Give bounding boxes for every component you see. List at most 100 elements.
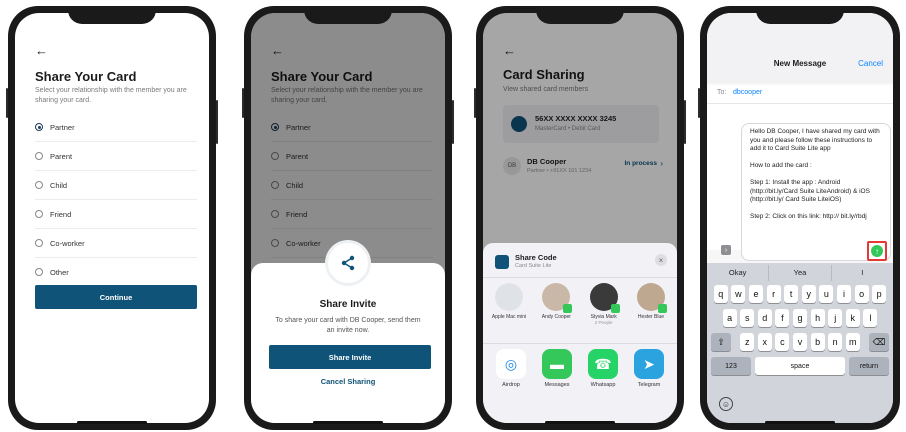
radio-label: Other xyxy=(50,267,69,277)
key-g[interactable]: g xyxy=(792,309,808,327)
key-i[interactable]: i xyxy=(836,285,852,303)
radio-option[interactable]: Partner xyxy=(35,113,197,142)
app-drawer-icon[interactable]: › xyxy=(721,245,731,255)
send-button-highlight[interactable]: ↑ xyxy=(867,241,887,261)
cancel-button[interactable]: Cancel xyxy=(858,59,883,68)
radio-icon[interactable] xyxy=(35,239,43,247)
share-contact[interactable]: Apple Mac mini xyxy=(489,283,529,339)
phone-notch xyxy=(304,6,392,24)
key-l[interactable]: l xyxy=(863,309,878,327)
key-h[interactable]: h xyxy=(810,309,825,327)
radio-option[interactable]: Friend xyxy=(35,200,197,229)
contact-name: Apple Mac mini xyxy=(491,314,527,320)
radio-icon[interactable] xyxy=(35,268,43,276)
messages-icon: ▬ xyxy=(542,349,572,379)
key-p[interactable]: p xyxy=(872,285,887,303)
screen-share-invite: ← Share Your Card Select your relationsh… xyxy=(251,13,445,423)
continue-button[interactable]: Continue xyxy=(35,285,197,309)
contact-name: Andy Cooper xyxy=(541,314,571,320)
message-text: Hello DB Cooper, I have shared my card w… xyxy=(750,128,880,220)
suggestion-item[interactable]: Yea xyxy=(769,265,832,281)
app-label: Messages xyxy=(544,382,570,388)
key-u[interactable]: u xyxy=(819,285,834,303)
sheet-description: To share your card with DB Cooper, send … xyxy=(275,317,421,334)
send-arrow-up-icon[interactable]: ↑ xyxy=(871,245,883,257)
side-button xyxy=(6,88,8,118)
home-indicator xyxy=(77,421,147,424)
radio-icon[interactable] xyxy=(35,181,43,189)
home-indicator xyxy=(765,421,835,424)
key-e[interactable]: e xyxy=(748,285,764,303)
key-n[interactable]: n xyxy=(828,333,843,351)
radio-label: Friend xyxy=(50,209,72,219)
key-z[interactable]: z xyxy=(740,333,755,351)
to-field[interactable]: To: dbcooper xyxy=(707,85,893,104)
space-key[interactable]: space xyxy=(755,357,845,375)
radio-option[interactable]: Parent xyxy=(35,142,197,171)
contact-avatar xyxy=(542,283,573,313)
radio-option[interactable]: Other xyxy=(35,258,197,286)
key-k[interactable]: k xyxy=(845,309,860,327)
recipient-token[interactable]: dbcooper xyxy=(733,89,762,96)
key-t[interactable]: t xyxy=(784,285,799,303)
side-button xyxy=(452,100,454,144)
share-contact[interactable]: Hester Blue xyxy=(631,283,671,339)
key-b[interactable]: b xyxy=(810,333,825,351)
numbers-key[interactable]: 123 xyxy=(711,357,751,375)
radio-icon[interactable] xyxy=(35,123,43,131)
side-button xyxy=(698,88,700,118)
screen-card-sharing: ← Card Sharing View shared card members … xyxy=(483,13,677,423)
key-a[interactable]: a xyxy=(722,309,737,327)
radio-icon[interactable] xyxy=(35,210,43,218)
share-app-subtitle: Card Suite Lite xyxy=(515,263,552,269)
key-o[interactable]: o xyxy=(854,285,869,303)
side-button xyxy=(242,88,244,118)
share-app[interactable]: ▬ Messages xyxy=(537,349,577,399)
backspace-key-icon[interactable]: ⌫ xyxy=(869,333,889,351)
share-app[interactable]: ➤ Telegram xyxy=(629,349,669,399)
share-contact[interactable]: Styvia Mark 2 People xyxy=(584,283,624,339)
key-q[interactable]: q xyxy=(713,285,728,303)
radio-label: Co-worker xyxy=(50,238,85,248)
radio-label: Partner xyxy=(50,122,75,132)
contact-sub: 2 People xyxy=(594,320,613,325)
suggestion-bar: Okay Yea I xyxy=(707,265,893,281)
phone-2: ← Share Your Card Select your relationsh… xyxy=(244,6,452,430)
suggestion-item[interactable]: I xyxy=(832,265,893,281)
key-v[interactable]: v xyxy=(792,333,808,351)
back-arrow-icon[interactable]: ← xyxy=(35,43,48,58)
messages-badge-icon xyxy=(610,304,620,313)
app-label: Airdrop xyxy=(502,382,520,388)
key-m[interactable]: m xyxy=(845,333,860,351)
share-invite-sheet: Share Invite To share your card with DB … xyxy=(251,243,445,423)
key-r[interactable]: r xyxy=(766,285,781,303)
key-j[interactable]: j xyxy=(828,309,843,327)
cancel-sharing-link[interactable]: Cancel Sharing xyxy=(251,377,445,386)
share-invite-button[interactable]: Share Invite xyxy=(269,345,431,369)
key-f[interactable]: f xyxy=(775,309,790,327)
key-x[interactable]: x xyxy=(757,333,772,351)
screen-new-message: New Message Cancel To: dbcooper Hello DB… xyxy=(707,13,893,423)
suggestion-item[interactable]: Okay xyxy=(707,265,770,281)
key-c[interactable]: c xyxy=(775,333,790,351)
key-d[interactable]: d xyxy=(757,309,772,327)
share-people-row: Apple Mac mini Andy Cooper Styvia Mark 2 Pe… xyxy=(489,283,671,339)
key-s[interactable]: s xyxy=(740,309,755,327)
emoji-icon[interactable]: ☺ xyxy=(719,397,733,411)
shift-key-icon[interactable]: ⇧ xyxy=(711,333,731,351)
share-app[interactable]: ◎ Airdrop xyxy=(491,349,531,399)
return-key[interactable]: return xyxy=(849,357,889,375)
contact-avatar xyxy=(589,283,620,313)
messages-badge-icon xyxy=(563,304,573,313)
close-icon[interactable]: × xyxy=(655,254,667,266)
key-w[interactable]: w xyxy=(731,285,746,303)
radio-option[interactable]: Child xyxy=(35,171,197,200)
screen-share-your-card: ← Share Your Card Select your relationsh… xyxy=(15,13,209,423)
radio-option[interactable]: Co-worker xyxy=(35,229,197,258)
share-app[interactable]: ☎ Whatsapp xyxy=(583,349,623,399)
radio-icon[interactable] xyxy=(35,152,43,160)
contact-avatar xyxy=(495,283,523,311)
telegram-icon: ➤ xyxy=(634,349,664,379)
key-y[interactable]: y xyxy=(801,285,816,303)
share-contact[interactable]: Andy Cooper xyxy=(536,283,576,339)
